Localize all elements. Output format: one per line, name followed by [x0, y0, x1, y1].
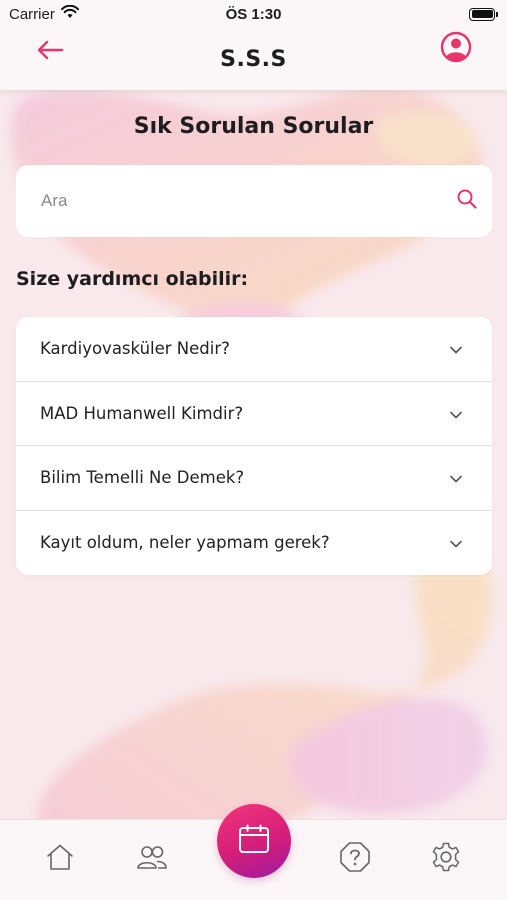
user-circle-icon — [440, 31, 472, 67]
faq-item[interactable]: MAD Humanwell Kimdir? — [16, 382, 492, 446]
tab-help[interactable] — [338, 842, 372, 876]
search-bar — [16, 165, 492, 237]
nav-content: S.S.S — [0, 28, 507, 90]
back-button[interactable] — [34, 36, 66, 68]
faq-list: Kardiyovasküler Nedir? MAD Humanwell Kim… — [16, 317, 492, 575]
faq-question: Kardiyovasküler Nedir? — [40, 339, 230, 359]
nav-title: S.S.S — [220, 46, 287, 72]
faq-question: Kayıt oldum, neler yapmam gerek? — [40, 533, 330, 553]
tab-settings[interactable] — [429, 842, 463, 876]
faq-question: Bilim Temelli Ne Demek? — [40, 468, 245, 488]
profile-button[interactable] — [439, 31, 473, 67]
chevron-down-icon — [450, 339, 462, 358]
battery-icon — [469, 7, 498, 21]
faq-item[interactable]: Kardiyovasküler Nedir? — [16, 317, 492, 382]
page-title: Sık Sorulan Sorular — [133, 114, 374, 139]
chevron-down-icon — [450, 468, 462, 487]
faq-item[interactable]: Kayıt oldum, neler yapmam gerek? — [16, 511, 492, 576]
calendar-icon — [238, 824, 270, 858]
wifi-icon — [60, 4, 79, 23]
chevron-down-icon — [450, 404, 462, 423]
arrow-left-icon — [36, 40, 64, 64]
carrier-label: Carrier — [9, 5, 55, 23]
main-content: Sık Sorulan Sorular Size yardımcı olabil… — [0, 90, 507, 575]
home-icon — [45, 843, 75, 875]
tab-home[interactable] — [43, 842, 77, 876]
search-icon[interactable] — [456, 188, 478, 214]
faq-question: MAD Humanwell Kimdir? — [40, 403, 244, 423]
faq-item[interactable]: Bilim Temelli Ne Demek? — [16, 446, 492, 511]
users-icon — [136, 844, 168, 874]
chevron-down-icon — [450, 533, 462, 552]
section-title: Size yardımcı olabilir: — [16, 268, 249, 290]
status-bar: Carrier ÖS 1:30 — [0, 0, 507, 28]
help-octagon-icon — [339, 841, 371, 877]
search-input[interactable] — [41, 191, 456, 211]
calendar-button[interactable] — [217, 804, 291, 878]
gear-icon — [430, 841, 462, 877]
tab-community[interactable] — [135, 842, 169, 876]
